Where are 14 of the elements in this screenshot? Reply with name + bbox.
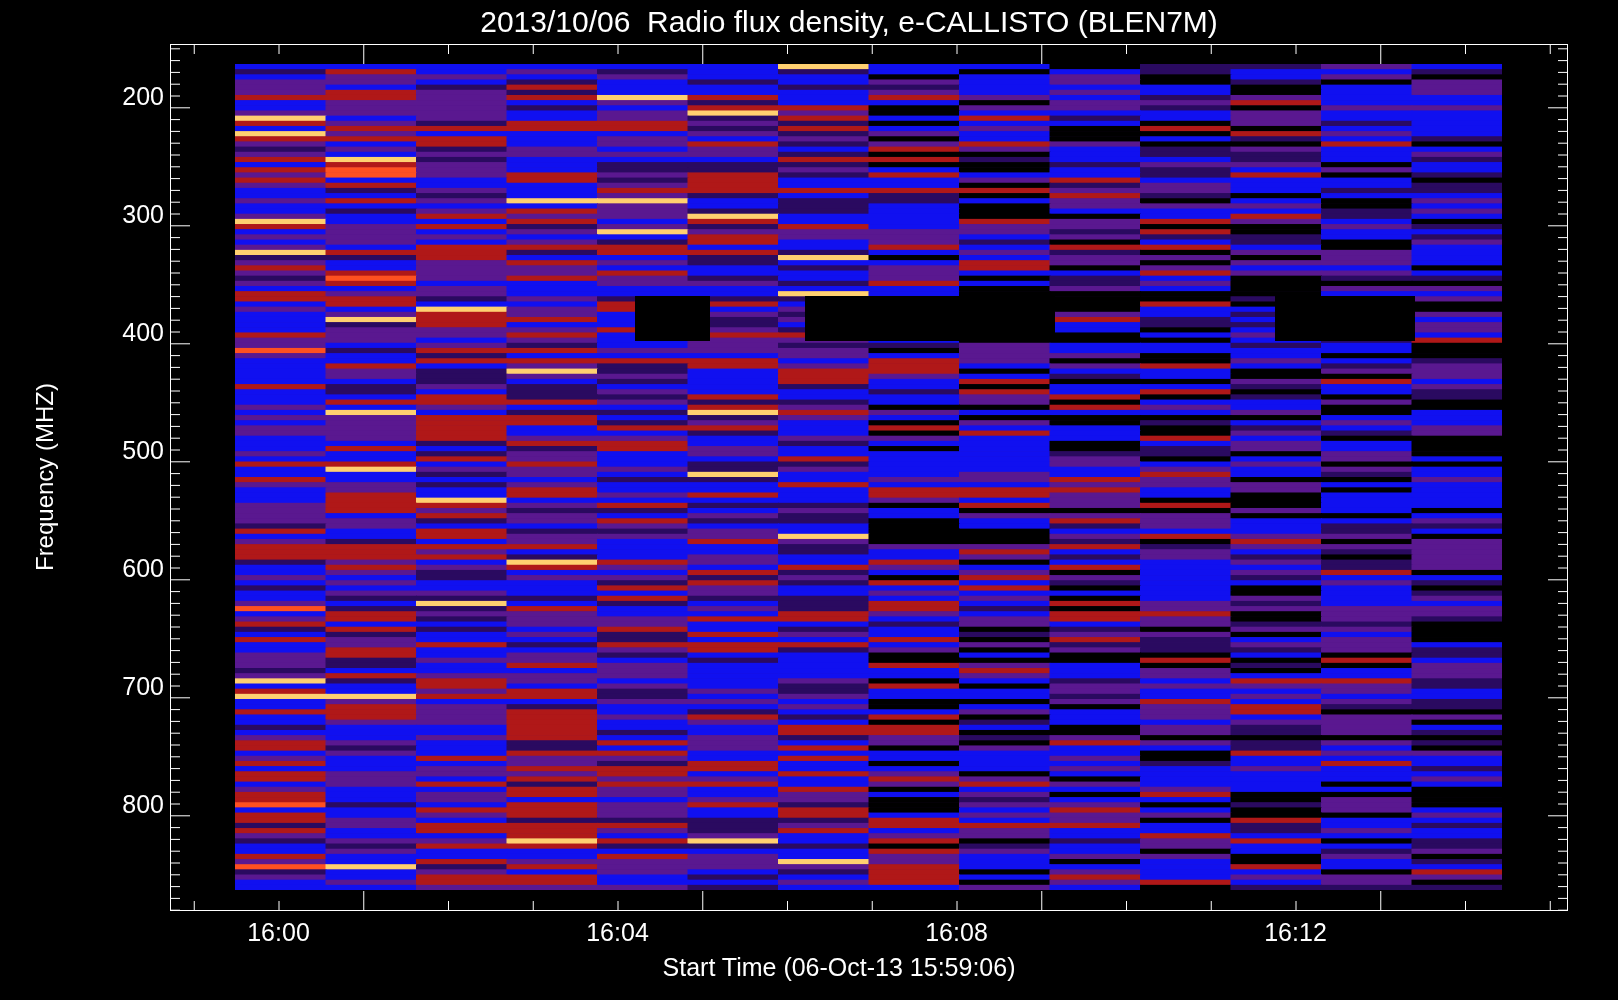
y-tick-label: 700 [122, 671, 164, 701]
y-tick-label: 400 [122, 317, 164, 347]
y-tick-label: 300 [122, 199, 164, 229]
y-tick-label: 200 [122, 81, 164, 111]
x-tick-label: 16:00 [247, 917, 310, 947]
x-axis-label: Start Time (06-Oct-13 15:59:06) [662, 953, 1016, 981]
x-tick-label: 16:12 [1264, 917, 1327, 947]
chart-title: 2013/10/06 Radio flux density, e-CALLISTO (BLEN7M) [479, 4, 1219, 40]
y-tick-label: 500 [122, 435, 164, 465]
x-tick-label: 16:08 [925, 917, 988, 947]
y-tick-label: 800 [122, 789, 164, 819]
y-tick-label: 600 [122, 553, 164, 583]
y-axis-label: Frequency (MHZ) [31, 383, 59, 572]
x-tick-label: 16:04 [586, 917, 649, 947]
